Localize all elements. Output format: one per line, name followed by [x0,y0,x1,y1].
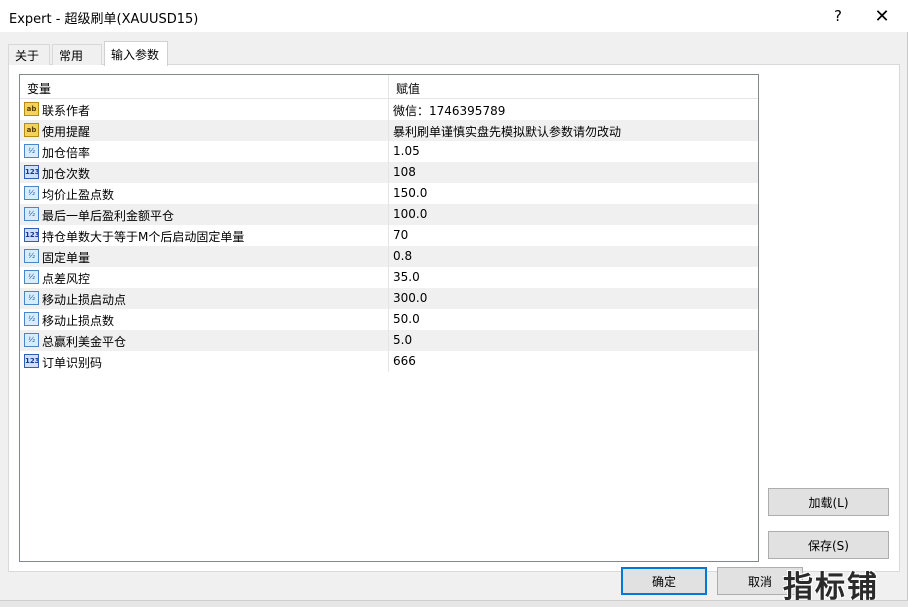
parameter-name: 持仓单数大于等于M个后启动固定单量 [42,230,245,244]
parameter-name: 点差风控 [42,272,91,286]
cell-divider [388,162,389,183]
table-row[interactable]: ½ 最后一单后盈利金额平仓 100.0 [20,204,758,225]
watermark-logo: 指标铺 [783,570,879,602]
parameter-name: 移动止损点数 [42,314,115,328]
ok-button[interactable]: 确定 [621,567,707,595]
title-bar[interactable]: Expert - 超级刷单(XAUUSD15) ? ✕ [0,0,908,32]
parameter-name: 总赢利美金平仓 [42,335,127,349]
table-row[interactable]: ½ 移动止损点数 50.0 [20,309,758,330]
close-button[interactable]: ✕ [860,0,904,32]
bottom-strip [0,600,908,607]
parameter-name: 使用提醒 [42,125,91,139]
parameters-grid[interactable]: 变量 赋值 ab 联系作者 微信：1746395789 ab 使用提醒 暴利刷单谨慎实盘先… [19,74,759,562]
parameter-value[interactable]: 暴利刷单谨慎实盘先模拟默认参数请勿改动 [393,123,621,140]
double-type-icon: ½ [24,333,39,347]
parameter-name: 移动止损启动点 [42,293,127,307]
grid-header: 变量 赋值 [20,75,758,99]
double-type-icon: ½ [24,186,39,200]
parameter-name: 联系作者 [42,104,91,118]
column-divider[interactable] [388,75,389,99]
cell-divider [388,225,389,246]
parameter-name: 加仓次数 [42,167,91,181]
table-row[interactable]: ½ 总赢利美金平仓 5.0 [20,330,758,351]
cell-divider [388,330,389,351]
cell-divider [388,351,389,372]
parameter-name: 订单识别码 [42,356,103,370]
expert-properties-window: Expert - 超级刷单(XAUUSD15) ? ✕ 关于 常用 输入参数 变… [0,0,908,607]
double-type-icon: ½ [24,312,39,326]
tab-inputs[interactable]: 输入参数 [104,41,168,66]
table-row[interactable]: ½ 均价止盈点数 150.0 [20,183,758,204]
parameter-name: 最后一单后盈利金额平仓 [42,209,175,223]
cell-divider [388,288,389,309]
cell-divider [388,309,389,330]
double-type-icon: ½ [24,270,39,284]
parameter-value[interactable]: 微信：1746395789 [393,102,505,119]
parameter-name: 固定单量 [42,251,91,265]
parameter-value[interactable]: 100.0 [393,207,427,221]
string-type-icon: ab [24,102,39,116]
tab-common[interactable]: 常用 [52,44,102,65]
save-button[interactable]: 保存(S) [768,531,889,559]
cell-divider [388,99,389,120]
parameter-name: 加仓倍率 [42,146,91,160]
load-button[interactable]: 加载(L) [768,488,889,516]
double-type-icon: ½ [24,207,39,221]
parameter-value[interactable]: 35.0 [393,270,420,284]
tab-about[interactable]: 关于 [8,44,50,65]
table-row[interactable]: 123 持仓单数大于等于M个后启动固定单量 70 [20,225,758,246]
string-type-icon: ab [24,123,39,137]
help-icon: ? [834,7,842,25]
table-row[interactable]: ab 使用提醒 暴利刷单谨慎实盘先模拟默认参数请勿改动 [20,120,758,141]
parameter-value[interactable]: 300.0 [393,291,427,305]
cell-divider [388,267,389,288]
parameter-value[interactable]: 108 [393,165,416,179]
table-row[interactable]: ½ 固定单量 0.8 [20,246,758,267]
help-button[interactable]: ? [816,0,860,32]
parameter-value[interactable]: 150.0 [393,186,427,200]
table-row[interactable]: 123 订单识别码 666 [20,351,758,372]
cell-divider [388,183,389,204]
table-row[interactable]: ½ 移动止损启动点 300.0 [20,288,758,309]
double-type-icon: ½ [24,144,39,158]
grid-rows: ab 联系作者 微信：1746395789 ab 使用提醒 暴利刷单谨慎实盘先模拟默认参数… [20,99,758,372]
window-title: Expert - 超级刷单(XAUUSD15) [9,12,199,27]
parameter-value[interactable]: 5.0 [393,333,412,347]
close-icon: ✕ [874,5,890,27]
table-row[interactable]: ab 联系作者 微信：1746395789 [20,99,758,120]
column-header-value[interactable]: 赋值 [396,80,420,97]
parameter-value[interactable]: 666 [393,354,416,368]
table-row[interactable]: ½ 加仓倍率 1.05 [20,141,758,162]
cell-divider [388,120,389,141]
cell-divider [388,141,389,162]
integer-type-icon: 123 [24,228,39,242]
integer-type-icon: 123 [24,165,39,179]
cell-divider [388,246,389,267]
double-type-icon: ½ [24,291,39,305]
parameter-value[interactable]: 70 [393,228,408,242]
cell-divider [388,204,389,225]
integer-type-icon: 123 [24,354,39,368]
column-header-variable[interactable]: 变量 [27,80,51,97]
parameter-name: 均价止盈点数 [42,188,115,202]
table-row[interactable]: 123 加仓次数 108 [20,162,758,183]
parameter-value[interactable]: 50.0 [393,312,420,326]
double-type-icon: ½ [24,249,39,263]
table-row[interactable]: ½ 点差风控 35.0 [20,267,758,288]
parameter-value[interactable]: 1.05 [393,144,420,158]
parameter-value[interactable]: 0.8 [393,249,412,263]
